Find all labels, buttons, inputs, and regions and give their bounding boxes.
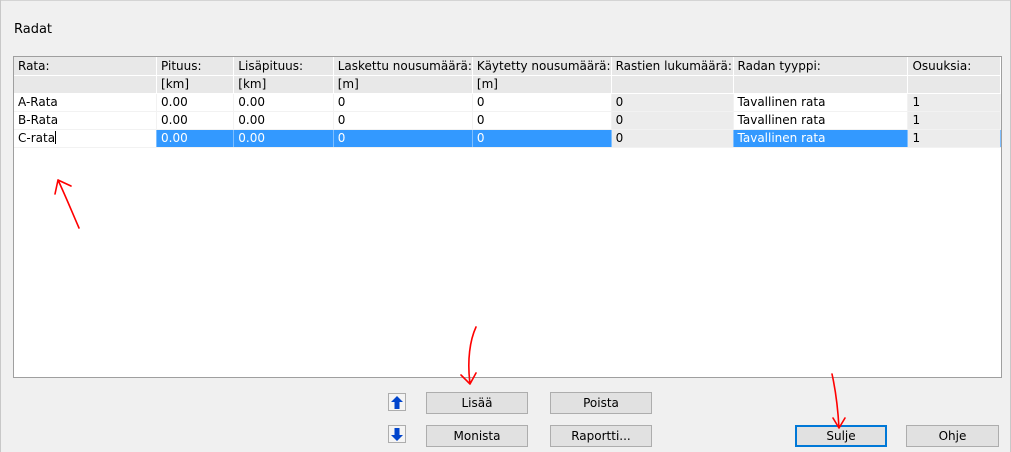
cell-lisapituus[interactable]: 0.00 <box>233 111 334 130</box>
move-down-button[interactable] <box>388 425 406 443</box>
window-title: Radat <box>14 22 53 37</box>
cell-rastien-lukumaara[interactable]: 0 <box>611 93 734 112</box>
cell-text: 0 <box>337 131 346 145</box>
cell-text: A-Rata <box>18 95 58 109</box>
duplicate-button[interactable]: Monista <box>426 425 528 447</box>
help-button[interactable]: Ohje <box>906 425 999 447</box>
cell-laskettu-nousumaara[interactable]: 0 <box>333 129 473 148</box>
cell-pituus[interactable]: 0.00 <box>156 93 235 112</box>
cell-text: B-Rata <box>18 113 59 127</box>
cell-text: 0 <box>615 113 624 127</box>
cell-radan-tyyppi[interactable]: Tavallinen rata <box>733 93 909 112</box>
cell-osuuksia[interactable]: 1 <box>907 129 1001 148</box>
column-header-radan-tyyppi[interactable]: Radan tyyppi: <box>733 57 909 76</box>
column-header-osuuksia[interactable]: Osuuksia: <box>907 57 1001 76</box>
cell-text: 0 <box>615 95 624 109</box>
cell-lisapituus[interactable]: 0.00 <box>233 93 334 112</box>
cell-rata[interactable]: A-Rata <box>14 93 158 112</box>
arrow-up-icon <box>391 395 403 409</box>
courses-table: Rata: Pituus: Lisäpituus: Laskettu nousu… <box>14 57 1001 148</box>
unit-pituus: [km] <box>156 75 235 94</box>
courses-grid[interactable]: Rata: Pituus: Lisäpituus: Laskettu nousu… <box>13 56 1002 378</box>
cell-text: 0 <box>337 113 346 127</box>
cell-rata[interactable]: C-rata <box>14 129 158 148</box>
cell-text: 0.00 <box>161 113 188 127</box>
unit-rastien-lukumaara <box>611 75 734 94</box>
column-header-pituus[interactable]: Pituus: <box>156 57 235 76</box>
cell-text: 1 <box>912 95 921 109</box>
cell-kaytetty-nousumaara[interactable]: 0 <box>472 129 612 148</box>
cell-text: 0 <box>337 95 346 109</box>
window-left-border <box>0 0 1 452</box>
move-up-button[interactable] <box>388 393 406 411</box>
cell-text: 0 <box>476 131 485 145</box>
text-cursor <box>55 131 57 144</box>
cell-osuuksia[interactable]: 1 <box>907 111 1001 130</box>
cell-text: Tavallinen rata <box>737 113 826 127</box>
cell-text: 0.00 <box>238 131 266 145</box>
cell-text: 0 <box>476 113 485 127</box>
cell-kaytetty-nousumaara[interactable]: 0 <box>472 93 612 112</box>
delete-button[interactable]: Poista <box>550 392 652 414</box>
column-header-rastien-lukumaara[interactable]: Rastien lukumäärä: <box>611 57 734 76</box>
cell-text: Tavallinen rata <box>737 131 826 145</box>
report-button[interactable]: Raportti... <box>550 425 652 447</box>
cell-rata[interactable]: B-Rata <box>14 111 158 130</box>
cell-radan-tyyppi[interactable]: Tavallinen rata <box>733 129 909 148</box>
cell-text: 1 <box>912 113 921 127</box>
cell-pituus[interactable]: 0.00 <box>156 129 235 148</box>
cell-lisapituus[interactable]: 0.00 <box>233 129 334 148</box>
cell-text: 0.00 <box>161 131 188 145</box>
close-button[interactable]: Sulje <box>795 425 887 447</box>
unit-lisapituus: [km] <box>233 75 334 94</box>
cell-laskettu-nousumaara[interactable]: 0 <box>333 93 473 112</box>
window-top-border <box>0 0 1011 1</box>
cell-kaytetty-nousumaara[interactable]: 0 <box>472 111 612 130</box>
cell-text: Tavallinen rata <box>737 95 826 109</box>
unit-laskettu-nousumaara: [m] <box>333 75 473 94</box>
unit-radan-tyyppi <box>733 75 909 94</box>
cell-text: 1 <box>912 131 921 145</box>
cell-rastien-lukumaara[interactable]: 0 <box>611 129 734 148</box>
column-header-laskettu-nousumaara[interactable]: Laskettu nousumäärä: <box>333 57 473 76</box>
annotation-arrow-to-close-button <box>831 373 846 429</box>
unit-osuuksia <box>907 75 1001 94</box>
cell-osuuksia[interactable]: 1 <box>907 93 1001 112</box>
column-header-kaytetty-nousumaara[interactable]: Käytetty nousumäärä: <box>472 57 612 76</box>
unit-row: [km] [km] [m] [m] <box>14 75 1001 94</box>
cell-text: 0.00 <box>238 95 266 109</box>
unit-kaytetty-nousumaara: [m] <box>472 75 612 94</box>
unit-rata <box>14 75 158 94</box>
cell-rastien-lukumaara[interactable]: 0 <box>611 111 734 130</box>
table-row[interactable]: B-Rata 0.00 0.00 0 0 0 Tavallinen rata 1 <box>14 111 1001 130</box>
column-header-rata[interactable]: Rata: <box>14 57 158 76</box>
column-header-lisapituus[interactable]: Lisäpituus: <box>233 57 334 76</box>
add-button[interactable]: Lisää <box>426 392 528 414</box>
table-row[interactable]: A-Rata 0.00 0.00 0 0 0 Tavallinen rata 1 <box>14 93 1001 112</box>
header-row: Rata: Pituus: Lisäpituus: Laskettu nousu… <box>14 57 1001 76</box>
cell-pituus[interactable]: 0.00 <box>156 111 235 130</box>
cell-text: 0 <box>476 95 485 109</box>
cell-laskettu-nousumaara[interactable]: 0 <box>333 111 473 130</box>
cell-text: 0.00 <box>161 95 188 109</box>
arrow-down-icon <box>391 427 403 441</box>
cell-text: 0 <box>615 131 624 145</box>
cell-text: 0.00 <box>238 113 266 127</box>
cell-radan-tyyppi[interactable]: Tavallinen rata <box>733 111 909 130</box>
table-row-selected[interactable]: C-rata 0.00 0.00 0 0 0 Tavallinen rata 1 <box>14 129 1001 148</box>
cell-text: C-rata <box>18 131 56 145</box>
